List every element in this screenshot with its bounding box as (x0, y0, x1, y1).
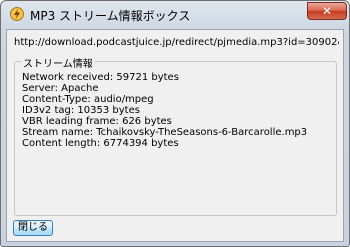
winamp-lightning-icon (10, 7, 24, 21)
info-content-length: Content length: 6774394 bytes (22, 138, 179, 149)
close-window-button[interactable]: ✕ (307, 2, 347, 20)
stream-url-field[interactable]: http://download.podcastjuice.jp/redirect… (11, 35, 339, 51)
dialog-client-area: http://download.podcastjuice.jp/redirect… (6, 29, 344, 242)
title-bar[interactable]: MP3 ストリーム情報ボックス ✕ (1, 1, 349, 29)
window-title: MP3 ストリーム情報ボックス (30, 9, 191, 23)
info-server: Server: Apache (22, 83, 99, 94)
stream-info-group: ストリーム情報 Network received: 59721 bytes Se… (14, 55, 337, 216)
info-id3v2-tag: ID3v2 tag: 10353 bytes (22, 105, 140, 116)
close-button[interactable]: 閉じる (13, 220, 53, 236)
info-stream-name: Stream name: Tchaikovsky-TheSeasons-6-Ba… (22, 127, 308, 138)
close-icon: ✕ (321, 4, 333, 18)
group-title: ストリーム情報 (21, 55, 95, 70)
info-network-received: Network received: 59721 bytes (22, 72, 179, 83)
info-vbr-leading-frame: VBR leading frame: 626 bytes (22, 116, 172, 127)
dialog-window: MP3 ストリーム情報ボックス ✕ http://download.podcas… (0, 0, 350, 247)
info-content-type: Content-Type: audio/mpeg (22, 94, 154, 105)
